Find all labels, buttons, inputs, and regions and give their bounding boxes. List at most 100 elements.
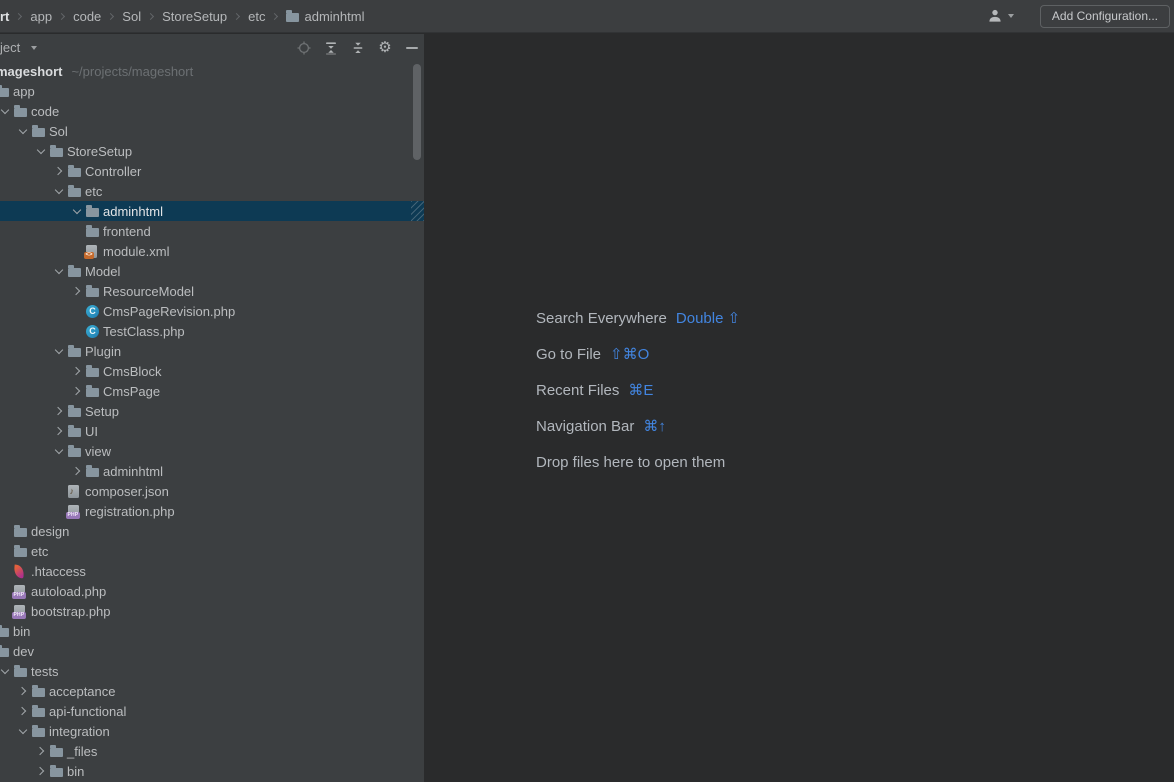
tree-item-tests[interactable]: tests	[0, 661, 424, 681]
tree-item-htaccess[interactable]: .htaccess	[0, 561, 424, 581]
chevron-down-icon[interactable]	[14, 721, 32, 741]
shortcut-label: Recent Files	[536, 381, 620, 399]
expand-all-icon[interactable]	[323, 40, 339, 56]
shortcut-keys: ⌘↑	[643, 418, 666, 435]
chevron-down-icon[interactable]	[68, 201, 86, 221]
tree-item-cmspage[interactable]: CmsPage	[0, 381, 424, 401]
tree-item-iconbox	[86, 201, 103, 221]
hide-panel-icon[interactable]	[404, 40, 420, 56]
tree-item-autoload-php[interactable]: PHP autoload.php	[0, 581, 424, 601]
chevron-right-icon[interactable]	[68, 381, 86, 401]
user-profile-button[interactable]	[987, 8, 1014, 24]
shortcut-label: Drop files here to open them	[536, 453, 726, 471]
tree-item-adminhtml[interactable]: adminhtml	[0, 201, 424, 221]
tree-item-bin[interactable]: bin	[0, 621, 424, 641]
locate-target-icon[interactable]	[296, 40, 312, 56]
tree-item-module-xml[interactable]: <> module.xml	[0, 241, 424, 261]
tree-item-ui[interactable]: UI	[0, 421, 424, 441]
tree-item-cmspagerevision-php[interactable]: C CmsPageRevision.php	[0, 301, 424, 321]
chevron-right-icon	[58, 12, 66, 20]
chevron-down-icon	[31, 45, 38, 50]
tree-item-acceptance[interactable]: acceptance	[0, 681, 424, 701]
navigation-bar: rt app code Sol StoreSetup etc adminhtml Add C…	[0, 0, 1174, 33]
chevron-right-icon[interactable]	[68, 461, 86, 481]
tree-item-view[interactable]: view	[0, 441, 424, 461]
tree-item-registration-php[interactable]: PHP registration.php	[0, 501, 424, 521]
tree-item-model[interactable]: Model	[0, 261, 424, 281]
tree-item-api-functional[interactable]: api-functional	[0, 701, 424, 721]
tree-item-app[interactable]: app	[0, 81, 424, 101]
shortcut-hint-recent-files: Recent Files ⌘E	[536, 372, 740, 408]
chevron-right-icon[interactable]	[50, 161, 68, 181]
tree-item-composer-json[interactable]: ♪ composer.json	[0, 481, 424, 501]
tree-item-iconbox: PHP	[66, 501, 85, 521]
shortcut-hint-search-everywhere: Search Everywhere Double ⇧	[536, 300, 740, 336]
tree-item-etc[interactable]: etc	[0, 541, 424, 561]
folder-icon	[86, 285, 99, 297]
breadcrumb-item-app[interactable]: app	[30, 9, 52, 24]
tree-item-storesetup[interactable]: StoreSetup	[0, 141, 424, 161]
tree-item-code[interactable]: code	[0, 101, 424, 121]
tree-item-frontend[interactable]: frontend	[0, 221, 424, 241]
add-configuration-button[interactable]: Add Configuration...	[1039, 4, 1170, 28]
breadcrumb-item-storesetup[interactable]: StoreSetup	[162, 9, 227, 24]
folder-icon	[14, 105, 27, 117]
folder-icon	[14, 545, 27, 557]
tree-item-label: acceptance	[49, 683, 116, 699]
gear-icon[interactable]: ⚙	[377, 39, 393, 56]
chevron-right-icon[interactable]	[50, 401, 68, 421]
tree-item-bootstrap-php[interactable]: PHP bootstrap.php	[0, 601, 424, 621]
tree-item-dev[interactable]: dev	[0, 641, 424, 661]
vertical-scrollbar[interactable]	[413, 64, 421, 160]
folder-icon	[0, 85, 9, 97]
tree-item-iconbox	[50, 141, 67, 161]
chevron-right-icon[interactable]	[14, 701, 32, 721]
chevron-right-icon[interactable]	[32, 761, 50, 781]
tree-item-label: app	[13, 83, 35, 99]
tree-item-label: tests	[31, 663, 59, 679]
tree-item-cmsblock[interactable]: CmsBlock	[0, 361, 424, 381]
tree-item-label: Sol	[49, 123, 68, 139]
tree-item-sol[interactable]: Sol	[0, 121, 424, 141]
breadcrumb-item-rt[interactable]: rt	[0, 9, 9, 24]
chevron-down-icon[interactable]	[50, 181, 68, 201]
chevron-down-icon[interactable]	[50, 341, 68, 361]
chevron-down-icon[interactable]	[50, 441, 68, 461]
chevron-down-icon[interactable]	[32, 141, 50, 161]
tree-item-label: Model	[85, 263, 121, 279]
chevron-right-icon[interactable]	[14, 681, 32, 701]
breadcrumb-item-etc[interactable]: etc	[248, 9, 265, 24]
arrow-spacer	[68, 301, 86, 321]
tree-item-bin[interactable]: bin	[0, 761, 424, 781]
tree-item-testclass-php[interactable]: C TestClass.php	[0, 321, 424, 341]
tree-item-label: view	[85, 443, 112, 459]
tree-item-resourcemodel[interactable]: ResourceModel	[0, 281, 424, 301]
chevron-down-icon[interactable]	[0, 661, 14, 681]
tree-item-label: bin	[67, 763, 85, 779]
folder-icon	[68, 185, 81, 197]
tree-item-files[interactable]: _files	[0, 741, 424, 761]
breadcrumb-item-adminhtml[interactable]: adminhtml	[286, 9, 364, 24]
tree-item-adminhtml[interactable]: adminhtml	[0, 461, 424, 481]
collapse-all-icon[interactable]	[350, 40, 366, 56]
project-view-selector[interactable]: ject	[0, 40, 38, 55]
chevron-right-icon[interactable]	[50, 421, 68, 441]
tree-item-controller[interactable]: Controller	[0, 161, 424, 181]
chevron-down-icon[interactable]	[50, 261, 68, 281]
tree-item-design[interactable]: design	[0, 521, 424, 541]
chevron-down-icon[interactable]	[0, 101, 14, 121]
chevron-right-icon[interactable]	[68, 281, 86, 301]
tree-item-etc[interactable]: etc	[0, 181, 424, 201]
chevron-right-icon[interactable]	[68, 361, 86, 381]
tree-item-iconbox	[32, 121, 49, 141]
chevron-right-icon[interactable]	[32, 741, 50, 761]
tree-item-plugin[interactable]: Plugin	[0, 341, 424, 361]
tree-item-mageshort[interactable]: mageshort ~/projects/mageshort	[0, 61, 424, 81]
breadcrumb-item-sol[interactable]: Sol	[122, 9, 141, 24]
project-tree: mageshort ~/projects/mageshort app code Sol S…	[0, 61, 424, 781]
tree-item-setup[interactable]: Setup	[0, 401, 424, 421]
chevron-down-icon[interactable]	[14, 121, 32, 141]
breadcrumb-item-code[interactable]: code	[73, 9, 101, 24]
shortcut-hints: Search Everywhere Double ⇧ Go to File ⇧⌘O Re…	[536, 300, 740, 480]
tree-item-integration[interactable]: integration	[0, 721, 424, 741]
